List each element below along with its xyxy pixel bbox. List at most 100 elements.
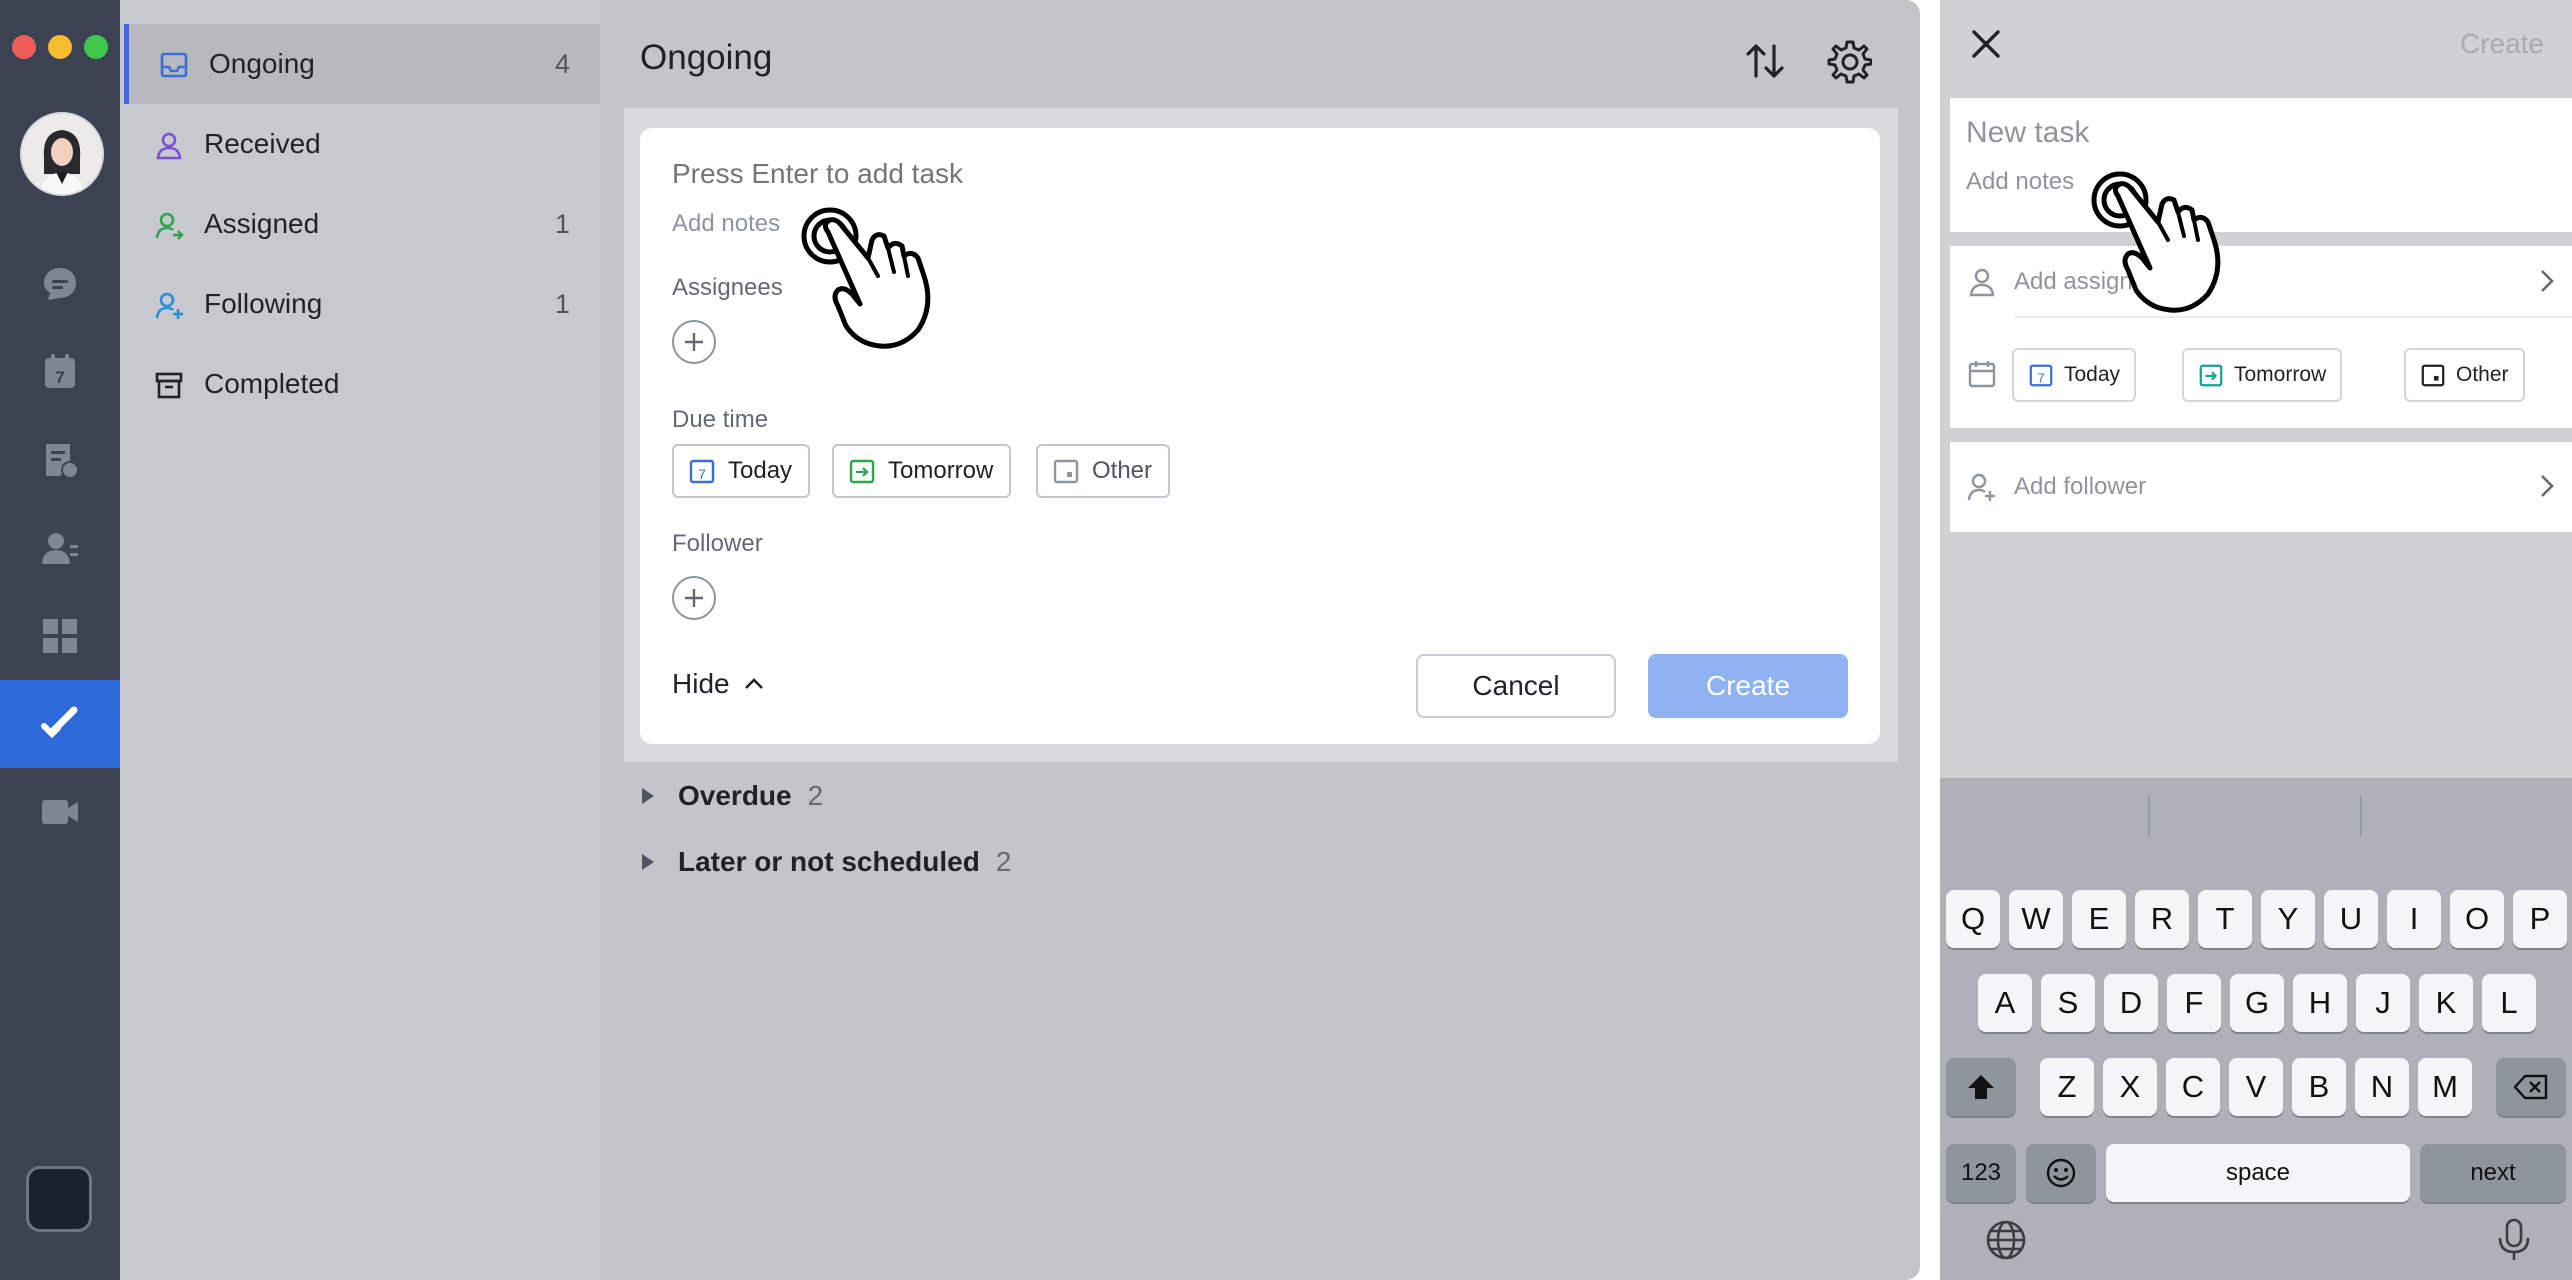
sidebar-item-completed[interactable]: Completed — [124, 344, 600, 424]
tasks-icon[interactable] — [36, 700, 84, 748]
docs-icon[interactable] — [36, 436, 84, 484]
due-other-button[interactable]: Other — [1036, 444, 1171, 498]
minimize-window-button[interactable] — [48, 35, 72, 59]
sidebar-item-count: 1 — [554, 288, 570, 319]
key-r[interactable]: R — [2135, 890, 2189, 948]
group-overdue[interactable]: Overdue 2 — [640, 776, 823, 816]
sidebar-item-label: Assigned — [204, 208, 320, 239]
maximize-window-button[interactable] — [84, 35, 108, 59]
backspace-key[interactable] — [2496, 1058, 2566, 1116]
close-window-button[interactable] — [12, 35, 36, 59]
key-q[interactable]: Q — [1946, 890, 2000, 948]
mobile-add-assignee-row[interactable]: Add assignee — [1950, 246, 2572, 316]
calendar-today-icon: 7 — [689, 459, 715, 484]
mobile-assignee-label: Add assignee — [2014, 268, 2160, 295]
shift-key[interactable] — [1946, 1058, 2016, 1116]
key-t[interactable]: T — [2198, 890, 2252, 948]
backspace-icon — [2513, 1074, 2548, 1100]
mobile-add-follower-row[interactable]: Add follower — [1950, 442, 2572, 532]
calendar-icon[interactable]: 7 — [36, 348, 84, 396]
key-w[interactable]: W — [2009, 890, 2063, 948]
cancel-button[interactable]: Cancel — [1416, 654, 1616, 718]
mobile-due-tomorrow-button[interactable]: Tomorrow — [2182, 348, 2343, 402]
chevron-up-icon — [744, 678, 763, 689]
key-f[interactable]: F — [2167, 974, 2221, 1032]
key-u[interactable]: U — [2324, 890, 2378, 948]
contacts-icon[interactable] — [36, 524, 84, 572]
key-i[interactable]: I — [2387, 890, 2441, 948]
key-p[interactable]: P — [2513, 890, 2567, 948]
sidebar-item-assigned[interactable]: Assigned 1 — [124, 184, 600, 264]
microphone-icon[interactable] — [2494, 1218, 2534, 1262]
app-rail: 7 — [0, 0, 120, 1280]
key-x[interactable]: X — [2103, 1058, 2157, 1116]
sidebar-item-count: 1 — [554, 208, 570, 239]
mobile-create-button[interactable]: Create — [2460, 28, 2544, 60]
globe-icon[interactable] — [1984, 1218, 2028, 1262]
mobile-due-other-button[interactable]: Other — [2404, 348, 2525, 402]
group-count: 2 — [807, 780, 824, 811]
emoji-key[interactable] — [2026, 1144, 2096, 1202]
chat-icon[interactable] — [36, 260, 84, 308]
page-title: Ongoing — [640, 38, 773, 77]
video-meeting-icon[interactable] — [36, 788, 84, 836]
avatar[interactable] — [20, 112, 104, 196]
due-today-button[interactable]: 7 Today — [672, 444, 811, 498]
add-follower-button[interactable] — [672, 576, 716, 620]
key-h[interactable]: H — [2293, 974, 2347, 1032]
key-a[interactable]: A — [1978, 974, 2032, 1032]
task-title-input[interactable] — [672, 158, 1572, 190]
settings-gear-icon[interactable] — [1826, 38, 1872, 84]
workplace-icon[interactable] — [36, 612, 84, 660]
hide-form-button[interactable]: Hide — [672, 668, 766, 700]
key-e[interactable]: E — [2072, 890, 2126, 948]
inbox-icon — [160, 52, 188, 78]
key-v[interactable]: V — [2229, 1058, 2283, 1116]
due-tomorrow-button[interactable]: Tomorrow — [832, 444, 1012, 498]
person-icon — [1969, 268, 1995, 297]
sidebar-item-ongoing[interactable]: Ongoing 4 — [124, 24, 600, 104]
mobile-due-today-button[interactable]: 7 Today — [2012, 348, 2137, 402]
create-button[interactable]: Create — [1648, 654, 1848, 718]
next-key[interactable]: next — [2420, 1144, 2566, 1202]
key-l[interactable]: L — [2482, 974, 2536, 1032]
add-notes-field[interactable]: Add notes — [672, 210, 780, 238]
space-key[interactable]: space — [2106, 1144, 2410, 1202]
key-k[interactable]: K — [2419, 974, 2473, 1032]
key-o[interactable]: O — [2450, 890, 2504, 948]
sort-icon[interactable] — [1742, 38, 1788, 84]
key-j[interactable]: J — [2356, 974, 2410, 1032]
key-m[interactable]: M — [2418, 1058, 2472, 1116]
app-switcher-button[interactable] — [26, 1166, 92, 1232]
mobile-task-title-input[interactable]: New task — [1966, 116, 2089, 150]
calendar-today-icon: 7 — [2029, 364, 2053, 387]
group-count: 2 — [995, 846, 1012, 877]
key-c[interactable]: C — [2166, 1058, 2220, 1116]
divider — [2014, 316, 2572, 318]
key-b[interactable]: B — [2292, 1058, 2346, 1116]
numbers-key[interactable]: 123 — [1946, 1144, 2016, 1202]
task-sidebar: Ongoing 4 Received Assigned 1 Following … — [120, 0, 600, 1280]
assignees-label: Assignees — [672, 274, 783, 301]
add-follower-icon — [1967, 473, 1995, 501]
key-s[interactable]: S — [2041, 974, 2095, 1032]
svg-text:7: 7 — [698, 466, 706, 482]
sidebar-item-received[interactable]: Received — [124, 104, 600, 184]
add-assignee-button[interactable] — [672, 320, 716, 364]
due-today-label: Today — [728, 457, 793, 484]
key-z[interactable]: Z — [2040, 1058, 2094, 1116]
key-y[interactable]: Y — [2261, 890, 2315, 948]
mobile-add-notes-field[interactable]: Add notes — [1966, 168, 2074, 196]
assign-person-icon — [155, 212, 184, 240]
key-d[interactable]: D — [2104, 974, 2158, 1032]
key-g[interactable]: G — [2230, 974, 2284, 1032]
sidebar-item-label: Following — [204, 288, 323, 319]
key-n[interactable]: N — [2355, 1058, 2409, 1116]
chevron-right-icon — [2541, 475, 2554, 497]
svg-text:7: 7 — [2037, 370, 2044, 385]
group-later[interactable]: Later or not scheduled 2 — [640, 842, 1011, 882]
calendar-other-icon — [2421, 364, 2445, 387]
sidebar-item-following[interactable]: Following 1 — [124, 264, 600, 344]
mobile-new-task-screen: Create New task Add notes Add assignee 7… — [1940, 0, 2572, 1280]
close-icon[interactable] — [1970, 28, 2002, 60]
